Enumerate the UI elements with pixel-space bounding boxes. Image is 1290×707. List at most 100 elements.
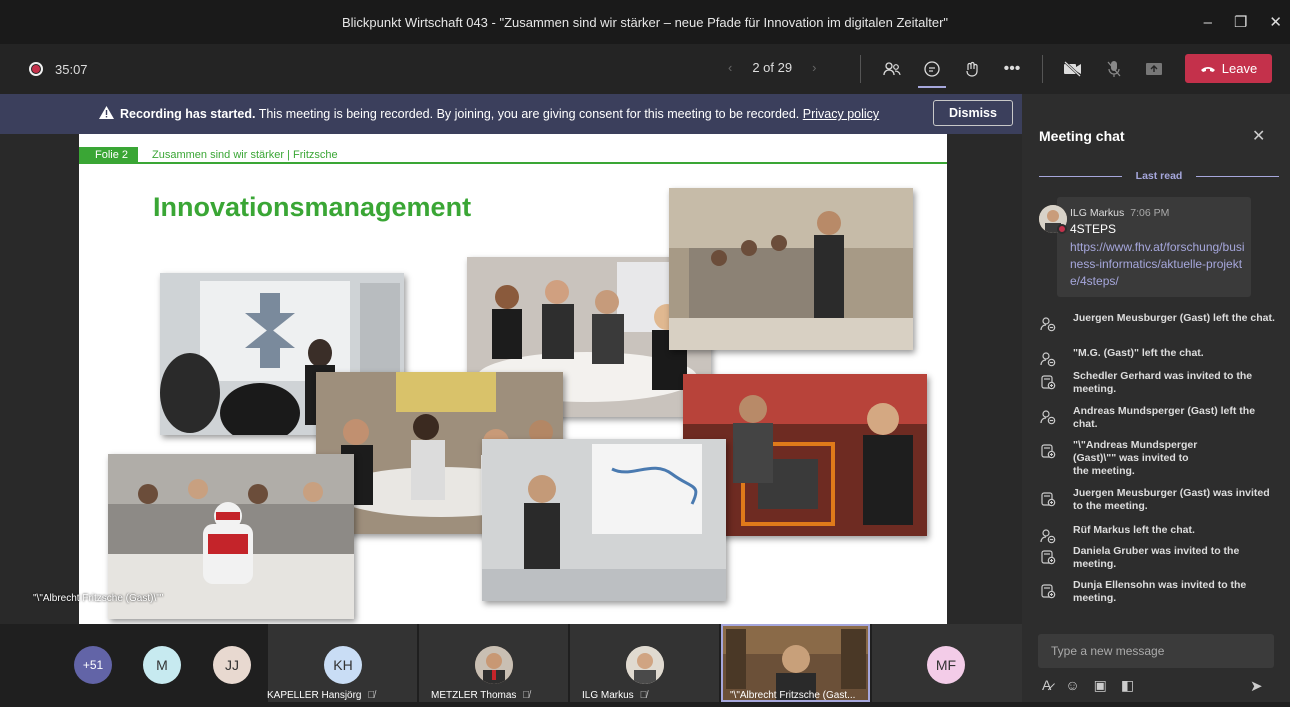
window-controls: – ❐ ✕ (1204, 0, 1282, 44)
meeting-timer: 35:07 (55, 62, 88, 77)
participants-icon[interactable] (880, 58, 904, 80)
slide-pager: ‹ 2 of 29 › (728, 60, 816, 75)
compose-tools: A̷ ☺ ▣ ◧ (1042, 677, 1134, 694)
chat-title: Meeting chat (1039, 128, 1125, 144)
collage-photo-clapping (482, 439, 726, 601)
collage-photo-room-speaker (669, 188, 913, 350)
chat-event-text: Juergen Meusburger (Gast) was invited to… (1073, 487, 1270, 512)
person-left-icon (1040, 351, 1056, 367)
avatar (626, 646, 664, 684)
more-options-icon[interactable]: ••• (1000, 58, 1024, 80)
slide-header: Folie 2 Zusammen sind wir stärker | Frit… (79, 147, 947, 164)
emoji-icon[interactable]: ☺ (1065, 677, 1079, 694)
chat-event: Juergen Meusburger (Gast) left the chat. (1040, 312, 1280, 332)
minimize-icon[interactable]: – (1204, 14, 1212, 31)
recording-indicator-icon (29, 62, 43, 76)
camera-off-icon[interactable] (1061, 58, 1085, 80)
invited-icon (1040, 491, 1056, 507)
chat-event-text: Rüf Markus left the chat. (1073, 524, 1195, 536)
close-window-icon[interactable]: ✕ (1269, 13, 1282, 31)
avatar (475, 646, 513, 684)
participant-name: ILG Markus 🎙̸ (582, 690, 647, 701)
message-link[interactable]: https://www.fhv.at/forschung/business-in… (1070, 239, 1245, 290)
send-icon[interactable]: ➤ (1250, 677, 1263, 695)
message-time: 7:06 PM (1130, 207, 1170, 219)
share-content-icon[interactable] (1142, 58, 1166, 80)
mic-off-icon: 🎙̸ (522, 690, 530, 701)
chat-event-text: Dunja Ellensohn was invited to the meeti… (1073, 579, 1247, 604)
warning-icon (99, 106, 114, 122)
mic-off-icon: 🎙̸ (367, 690, 376, 701)
avatar: MF (927, 646, 965, 684)
participant-name-label: METZLER Thomas (431, 690, 517, 701)
message-author: ILG Markus (1070, 207, 1125, 219)
chat-event-text: Andreas Mundsperger (Gast) left the chat… (1073, 405, 1256, 430)
chat-message-input[interactable]: Type a new message (1038, 634, 1274, 668)
divider-line (1039, 175, 1122, 177)
chat-event: Daniela Gruber was invited to the meetin… (1040, 545, 1280, 571)
meeting-toolbar (0, 44, 1290, 94)
chat-message: ILG Markus 7:06 PM 4STEPS https://www.fhv… (1057, 197, 1251, 297)
meeting-chat-panel: Meeting chat ✕ Last read ILG Markus 7:06 … (1022, 94, 1290, 702)
presenter-name-overlay: "\"Albrecht Fritzsche (Gast)\"" (33, 593, 164, 604)
leave-label: Leave (1221, 61, 1258, 76)
chat-event: Dunja Ellensohn was invited to the meeti… (1040, 579, 1280, 605)
chat-event: Andreas Mundsperger (Gast) left the chat… (1040, 405, 1280, 431)
last-read-divider: Last read (1039, 170, 1279, 182)
invited-icon (1040, 443, 1056, 459)
chat-event: Juergen Meusburger (Gast) was invited to… (1040, 487, 1280, 513)
participant-name-label: KAPELLER Hansjörg (267, 690, 362, 701)
avatar[interactable]: JJ (213, 646, 251, 684)
privacy-policy-link[interactable]: Privacy policy (803, 107, 879, 121)
gif-icon[interactable]: ▣ (1094, 677, 1107, 694)
chat-event-text: "M.G. (Gast)" left the chat. (1073, 347, 1204, 359)
chat-event-text: Schedler Gerhard was invited to the meet… (1073, 370, 1253, 395)
participant-name: METZLER Thomas 🎙̸ (431, 690, 530, 701)
avatar[interactable]: M (143, 646, 181, 684)
window-title: Blickpunkt Wirtschaft 043 - "Zusammen si… (341, 14, 949, 30)
message-header: ILG Markus 7:06 PM (1070, 207, 1169, 219)
recording-message-bold: Recording has started. (120, 107, 256, 121)
person-left-icon (1040, 528, 1056, 544)
mic-off-icon[interactable] (1102, 58, 1126, 80)
dismiss-button[interactable]: Dismiss (933, 100, 1013, 126)
chat-event: "\"Andreas Mundsperger (Gast)\"" was inv… (1040, 439, 1280, 478)
previous-slide-icon[interactable]: ‹ (728, 60, 732, 75)
chat-event-text: Daniela Gruber was invited to the meetin… (1073, 545, 1240, 570)
chat-event: "M.G. (Gast)" left the chat. (1040, 347, 1280, 367)
chat-event-text: "\"Andreas Mundsperger (Gast)\"" was inv… (1073, 439, 1198, 477)
participant-name: KAPELLER Hansjörg 🎙̸ (267, 690, 375, 701)
participant-name: "\"Albrecht Fritzsche (Gast... (730, 690, 856, 701)
leave-button[interactable]: Leave (1185, 54, 1272, 83)
person-left-icon (1040, 409, 1056, 425)
phone-hangup-icon (1200, 66, 1215, 72)
participant-name-label: ILG Markus (582, 690, 634, 701)
status-badge (1057, 224, 1067, 234)
slide-subtitle: Zusammen sind wir stärker | Fritzsche (152, 149, 338, 161)
maximize-icon[interactable]: ❐ (1234, 13, 1247, 31)
message-text: 4STEPS (1070, 222, 1117, 236)
invited-icon (1040, 549, 1056, 565)
format-icon[interactable]: A̷ (1042, 677, 1051, 694)
toolbar-divider (860, 55, 861, 83)
avatar: KH (324, 646, 362, 684)
chat-icon[interactable] (918, 58, 946, 88)
slide-page-indicator: 2 of 29 (752, 60, 793, 75)
recording-message: Recording has started. This meeting is b… (120, 107, 879, 121)
next-slide-icon[interactable]: › (812, 60, 816, 75)
slide-number-tag: Folie 2 (79, 147, 139, 163)
toolbar-divider (1042, 55, 1043, 83)
shared-slide: Folie 2 Zusammen sind wir stärker | Frit… (79, 134, 947, 624)
window-titlebar: Blickpunkt Wirtschaft 043 - "Zusammen si… (0, 0, 1290, 44)
chat-event: Schedler Gerhard was invited to the meet… (1040, 370, 1280, 396)
close-chat-icon[interactable]: ✕ (1252, 126, 1265, 146)
recording-banner: Recording has started. This meeting is b… (0, 94, 1022, 134)
overflow-participants-badge[interactable]: +51 (74, 646, 112, 684)
last-read-label: Last read (1135, 170, 1183, 182)
invited-icon (1040, 374, 1056, 390)
divider-line (1196, 175, 1279, 177)
recording-message-text: This meeting is being recorded. By joini… (255, 107, 803, 121)
sticker-icon[interactable]: ◧ (1121, 677, 1134, 694)
chat-event-text: Juergen Meusburger (Gast) left the chat. (1073, 312, 1275, 324)
reactions-icon[interactable] (960, 58, 984, 80)
